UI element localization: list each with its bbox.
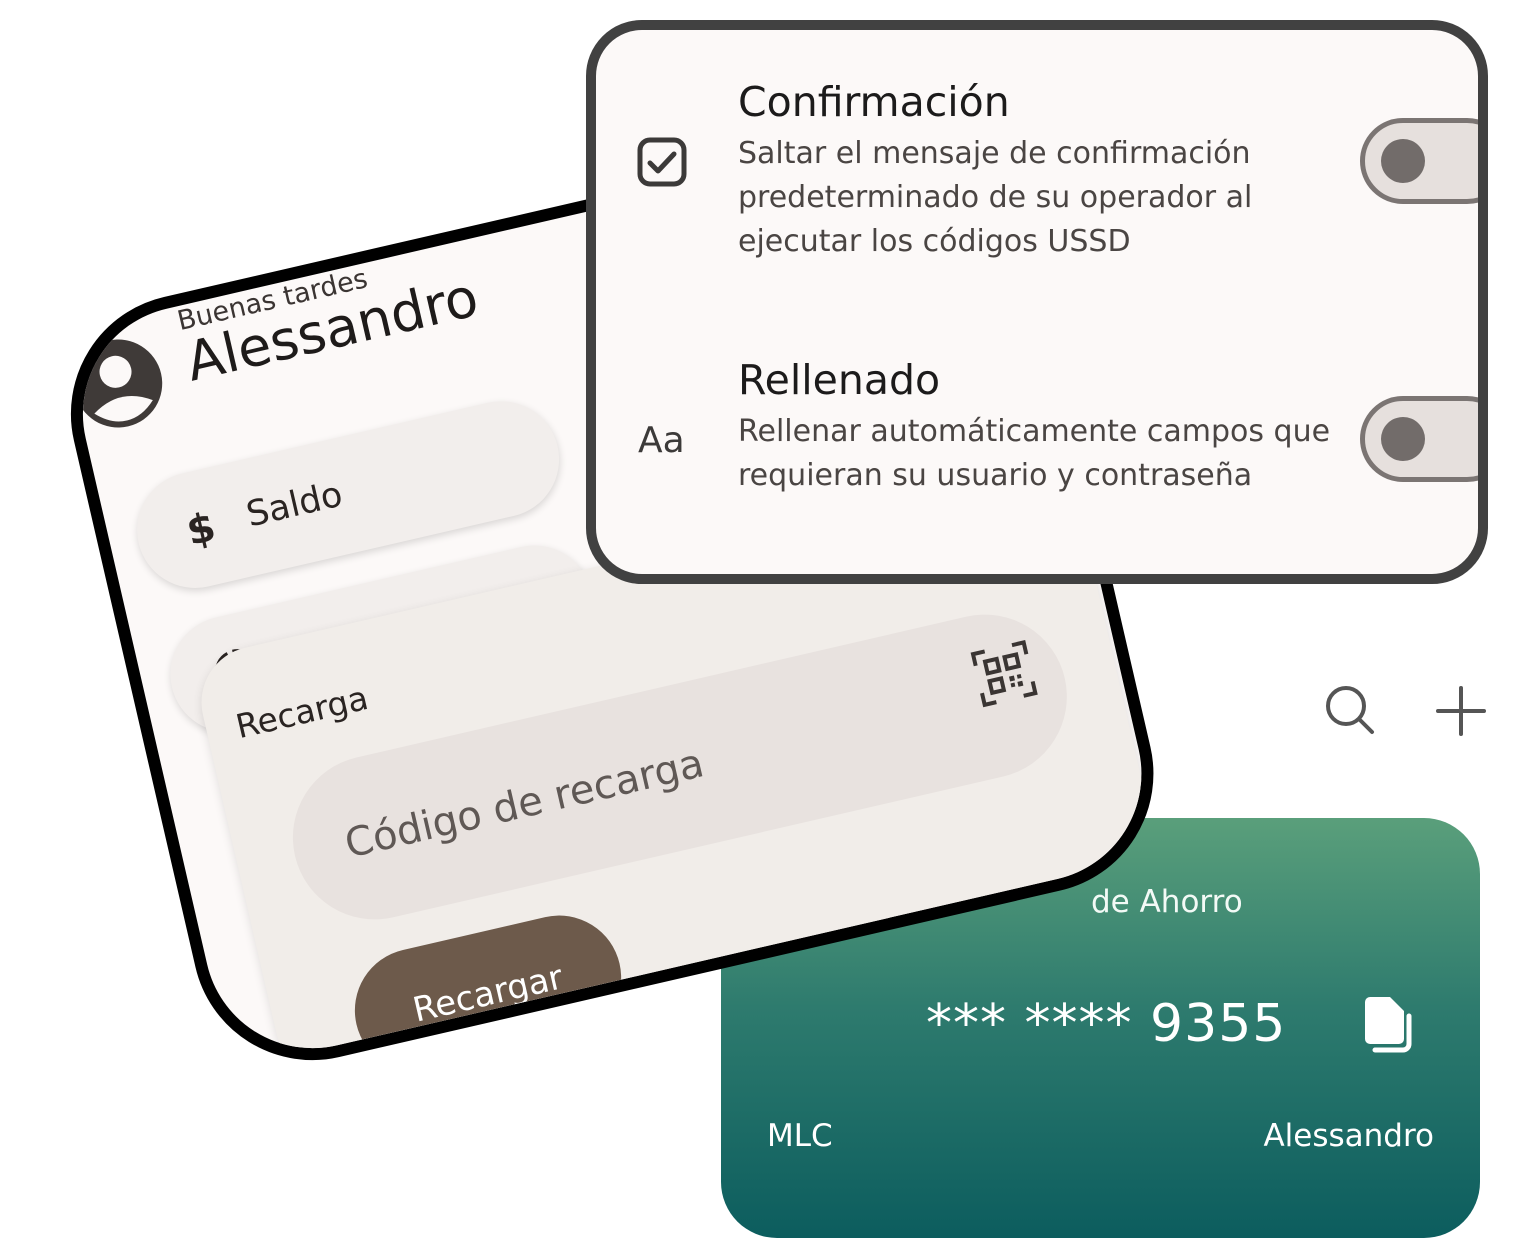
recharge-code-placeholder: Código de recarga xyxy=(340,740,709,868)
recharge-code-input[interactable]: Código de recarga xyxy=(276,598,1084,936)
toggle-knob xyxy=(1381,139,1425,183)
dollar-icon: $ xyxy=(176,501,227,561)
search-icon[interactable] xyxy=(1322,682,1378,742)
plus-icon[interactable] xyxy=(1434,684,1488,742)
settings-dialog: Confirmación Saltar el mensaje de confir… xyxy=(586,20,1488,584)
setting-desc-rellenado: Rellenar automáticamente campos que requ… xyxy=(738,414,1331,493)
account-circle-icon[interactable] xyxy=(63,328,174,442)
recargar-button[interactable]: Recargar xyxy=(342,903,634,1085)
qr-scan-icon[interactable] xyxy=(968,638,1041,714)
setting-desc-confirmacion: Saltar el mensaje de confirmación predet… xyxy=(738,136,1253,259)
card-holder: Alessandro xyxy=(1263,1118,1434,1154)
text-format-icon: Aa xyxy=(638,420,685,461)
chip-label: Saldo xyxy=(242,474,347,536)
card-type-label: de Ahorro xyxy=(1091,884,1243,920)
card-number: *** **** 9355 xyxy=(926,994,1287,1054)
toggle-rellenado[interactable] xyxy=(1360,396,1478,482)
setting-title-rellenado: Rellenado xyxy=(738,356,941,404)
copy-icon[interactable] xyxy=(1361,996,1415,1062)
svg-text:$: $ xyxy=(182,504,219,555)
recarga-title: Recarga xyxy=(232,677,372,747)
checkbox-icon xyxy=(636,136,688,192)
setting-title-confirmacion: Confirmación xyxy=(738,78,1010,126)
toggle-knob xyxy=(1381,417,1425,461)
card-currency: MLC xyxy=(767,1118,833,1154)
toggle-confirmacion[interactable] xyxy=(1360,118,1478,204)
